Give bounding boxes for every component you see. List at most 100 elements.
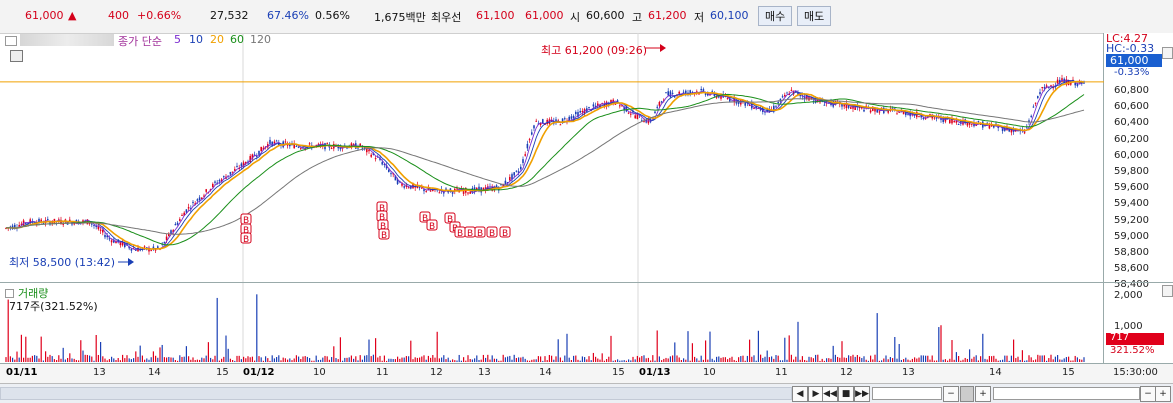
volume-bar <box>333 346 335 362</box>
volume-bar <box>210 357 212 362</box>
table-view-icon[interactable] <box>10 50 23 62</box>
volume-bar <box>1035 359 1037 362</box>
candle-body <box>99 229 102 231</box>
candle-body <box>130 248 133 251</box>
volume-bar <box>504 357 506 362</box>
volume-bar <box>515 358 517 362</box>
candle-body <box>390 173 392 175</box>
volume-bar <box>194 360 196 362</box>
volume-bar <box>31 355 33 362</box>
minus-icon[interactable]: − <box>1140 386 1156 402</box>
candle-body <box>47 219 49 221</box>
zoom-handle[interactable] <box>960 386 974 402</box>
volume-bar <box>997 360 999 362</box>
low-label: 저 <box>694 11 705 24</box>
high-arrow-icon <box>660 44 666 52</box>
trade-amount: 1,675백만 <box>374 11 426 24</box>
chart-scrollbar[interactable] <box>0 387 792 400</box>
volume-bar <box>535 359 537 362</box>
volume-bar <box>654 360 656 362</box>
volume-bar <box>254 360 256 362</box>
candle-body <box>786 92 788 94</box>
period-slider[interactable] <box>993 387 1140 400</box>
volume-bar <box>287 359 289 362</box>
volume-bar <box>830 358 832 362</box>
volume-bar <box>1070 360 1072 362</box>
volume-bar <box>507 356 509 362</box>
volume-bar <box>390 358 392 362</box>
volume-bar <box>716 356 718 362</box>
rewind-button[interactable]: ◀◀ <box>822 386 838 402</box>
volume-bar <box>405 356 407 362</box>
volume-bar <box>650 360 652 362</box>
volume-bar <box>1068 356 1070 362</box>
volume-bar <box>309 358 311 362</box>
volume-bar <box>573 355 575 362</box>
volume-bar <box>289 358 291 362</box>
volume-bar <box>676 355 678 362</box>
plus-icon[interactable]: + <box>1155 386 1171 402</box>
panel-divider[interactable] <box>0 282 1173 283</box>
price-tick: 59,200 <box>1114 214 1149 226</box>
volume-bar <box>636 355 638 362</box>
volume-bar <box>584 357 586 362</box>
volume-bar <box>969 349 971 362</box>
volume-bar <box>729 357 731 362</box>
volume-bar <box>874 354 876 362</box>
axis-scroll-down-icon[interactable] <box>1162 285 1173 297</box>
buy-button[interactable]: 매수 <box>758 6 793 26</box>
volume-bar <box>799 359 801 362</box>
volume-settings-icon[interactable] <box>5 289 14 298</box>
price-chart-area[interactable]: BBBBBBBBBBBBBBBB <box>0 33 1104 363</box>
chart-settings-icon[interactable] <box>5 36 17 46</box>
buy-signal-label: B <box>467 229 473 239</box>
volume-bar <box>944 359 946 362</box>
candle-body <box>196 199 199 201</box>
zoom-slider[interactable] <box>872 387 942 400</box>
stop-button[interactable]: ■ <box>838 386 854 402</box>
candle-body <box>438 192 441 194</box>
scroll-left-button[interactable]: ◀ <box>792 386 808 402</box>
volume-bar <box>993 355 995 362</box>
volume-bar <box>885 355 887 362</box>
volume-bar <box>258 356 260 362</box>
current-price: 61,000 <box>25 9 64 22</box>
volume-bar <box>168 356 170 362</box>
volume-bar <box>78 360 80 362</box>
candle-body <box>823 104 826 106</box>
volume-bar <box>768 357 770 362</box>
volume-bar <box>711 358 713 362</box>
axis-scroll-up-icon[interactable] <box>1162 47 1173 59</box>
zoom-out-button[interactable]: − <box>943 386 959 402</box>
volume-bar <box>909 360 911 362</box>
candle-body <box>522 159 524 163</box>
x-label: 11 <box>775 367 788 378</box>
zoom-in-button[interactable]: + <box>975 386 991 402</box>
candle-body <box>634 115 636 119</box>
x-label: 13 <box>93 367 106 378</box>
volume-bar <box>86 354 88 362</box>
volume-bar <box>370 356 372 362</box>
volume-bar <box>414 357 416 362</box>
volume-bar <box>733 359 735 362</box>
sell-button[interactable]: 매도 <box>797 6 832 26</box>
volume-bar <box>562 360 564 362</box>
x-label: 12 <box>430 367 443 378</box>
fast-forward-button[interactable]: ▶▶ <box>854 386 870 402</box>
candle-body <box>388 169 390 172</box>
price-tick: 59,800 <box>1114 166 1149 177</box>
volume-bar <box>790 354 792 362</box>
volume-bar <box>852 354 854 362</box>
volume-bar <box>397 356 399 362</box>
candle-body <box>150 250 152 252</box>
ma10-legend: 10 <box>189 33 203 46</box>
volume-bar <box>73 358 75 362</box>
blurred-stock-name <box>20 34 114 46</box>
volume-bar <box>313 360 315 362</box>
volume-bar <box>1032 360 1034 362</box>
price-axis[interactable]: LC:4.27 HC:-0.33 61,000 -0.33% 60,800 60,… <box>1104 32 1173 363</box>
volume-bar <box>977 360 979 362</box>
candle-body <box>456 188 458 190</box>
volume-bar <box>227 348 229 362</box>
volume-bar <box>441 357 443 362</box>
